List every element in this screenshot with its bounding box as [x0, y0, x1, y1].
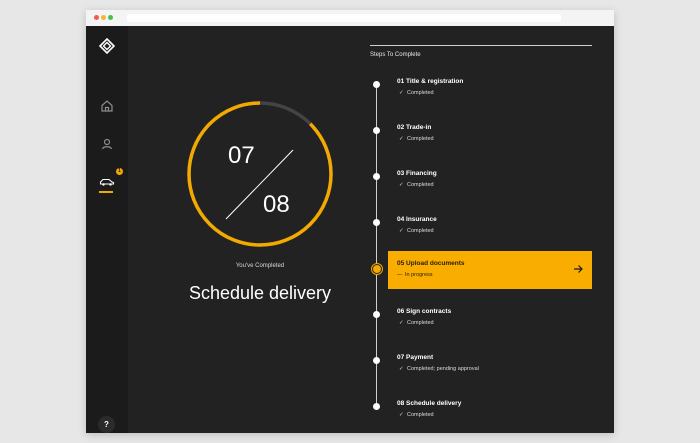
sidebar: 1 ? [86, 26, 128, 433]
step-status-text: Completed [407, 136, 434, 142]
user-icon[interactable] [99, 136, 115, 152]
step-title: 04 Insurance [397, 216, 437, 223]
step-status-text: In progress [405, 272, 433, 278]
step-title: 07 Payment [397, 354, 434, 361]
step-status: ✓ Completed [399, 136, 434, 142]
step-status-text: Completed [407, 412, 434, 418]
diamond-logo-icon[interactable] [99, 38, 115, 54]
step-marker [373, 310, 380, 318]
notification-badge: 1 [116, 168, 123, 175]
step-title: 01 Title & registration [397, 78, 464, 85]
step-marker [373, 172, 380, 180]
step-status: ✓ Completed [399, 320, 434, 326]
step-status: ✓ Completed [399, 412, 434, 418]
step-marker [373, 402, 380, 410]
home-icon[interactable] [99, 98, 115, 114]
check-icon: ✓ [399, 90, 404, 96]
completed-count: 07 [228, 142, 255, 169]
step-title: 05 Upload documents [397, 260, 465, 267]
total-count: 08 [263, 191, 290, 218]
step-marker [373, 126, 380, 134]
check-icon: ✓ [399, 320, 404, 326]
active-step-card[interactable]: 05 Upload documents — In progress [388, 251, 592, 289]
active-nav-indicator [99, 191, 113, 193]
help-button[interactable]: ? [98, 416, 115, 433]
maximize-window-button[interactable] [108, 15, 113, 20]
steps-divider [370, 45, 592, 46]
step-status: ✓ Completed [399, 90, 434, 96]
minimize-window-button[interactable] [101, 15, 106, 20]
step-marker [373, 218, 380, 226]
check-icon: ✓ [399, 228, 404, 234]
step-status: — In progress [397, 272, 433, 278]
step-marker [373, 80, 380, 88]
step-marker [372, 263, 382, 274]
car-icon[interactable] [99, 174, 115, 190]
browser-window: 1 ? 07 08 You've Completed Schedule deli… [86, 10, 614, 433]
step-title: 02 Trade-in [397, 124, 432, 131]
in-progress-icon: — [397, 272, 403, 278]
address-bar[interactable] [127, 14, 561, 22]
step-status-text: Completed [407, 90, 434, 96]
check-icon: ✓ [399, 412, 404, 418]
step-status: ✓ Completed; pending approval [399, 366, 479, 372]
current-step-title: Schedule delivery [188, 283, 332, 303]
check-icon: ✓ [399, 136, 404, 142]
completed-label: You've Completed [235, 263, 285, 269]
step-status: ✓ Completed [399, 182, 434, 188]
check-icon: ✓ [399, 182, 404, 188]
step-marker [373, 356, 380, 364]
step-status-text: Completed [407, 228, 434, 234]
step-title: 06 Sign contracts [397, 308, 452, 315]
step-title: 03 Financing [397, 170, 437, 177]
arrow-right-icon[interactable] [573, 264, 583, 274]
browser-titlebar [86, 10, 614, 26]
steps-heading: Steps To Complete [370, 52, 421, 58]
check-icon: ✓ [399, 366, 404, 372]
close-window-button[interactable] [94, 15, 99, 20]
step-status-text: Completed; pending approval [407, 366, 479, 372]
step-status-text: Completed [407, 320, 434, 326]
progress-ring [187, 101, 333, 247]
step-status: ✓ Completed [399, 228, 434, 234]
step-title: 08 Schedule delivery [397, 400, 462, 407]
step-status-text: Completed [407, 182, 434, 188]
